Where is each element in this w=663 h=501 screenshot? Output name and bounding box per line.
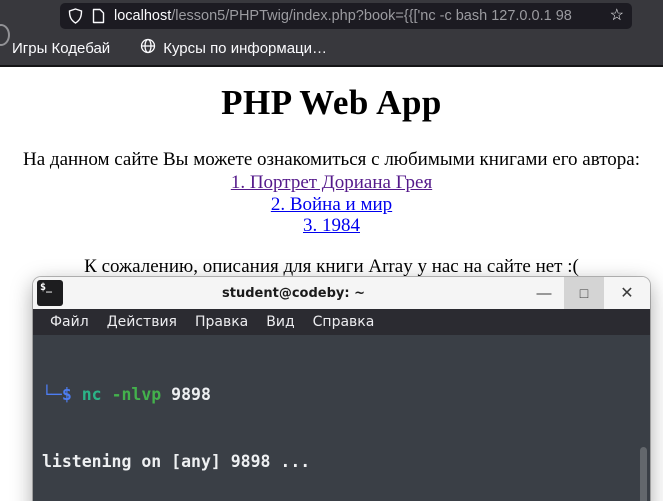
menu-view[interactable]: Вид — [257, 314, 303, 330]
browser-chrome: localhost/lesson5/PHPTwig/index.php?book… — [0, 0, 663, 67]
menu-edit[interactable]: Правка — [186, 314, 257, 330]
url-bar[interactable]: localhost/lesson5/PHPTwig/index.php?book… — [60, 3, 632, 29]
terminal-title: student@codeby: ~ — [222, 285, 365, 301]
minimize-button[interactable]: — — [524, 277, 564, 309]
menu-help[interactable]: Справка — [304, 314, 384, 330]
menu-actions[interactable]: Действия — [98, 314, 186, 330]
bookmarks-bar: Игры Кодебай Курсы по информаци… — [0, 33, 663, 63]
terminal-menubar: Файл Действия Правка Вид Справка — [33, 309, 650, 335]
url-host: localhost — [114, 8, 172, 24]
bookmark-label: Игры Кодебай — [12, 39, 111, 57]
book-link-1[interactable]: 1. Портрет Дориана Грея — [0, 172, 663, 194]
scrollbar-thumb[interactable] — [640, 447, 647, 501]
screen: localhost/lesson5/PHPTwig/index.php?book… — [0, 0, 663, 501]
url-path: /lesson5/PHPTwig/index.php?book={{['nc -… — [171, 8, 572, 24]
bookmark-item-courses[interactable]: Курсы по информаци… — [140, 38, 327, 58]
shield-icon[interactable] — [68, 8, 83, 24]
book-links: 1. Портрет Дориана Грея 2. Война и мир 3… — [0, 172, 663, 237]
window-controls: — □ ✕ — [524, 277, 650, 309]
terminal-prompt-line: └─$ nc -nlvp 9898 — [42, 384, 211, 404]
intro-text: На данном сайте Вы можете ознакомиться с… — [23, 149, 640, 170]
terminal-icon: $_ — [37, 280, 63, 306]
url-text: localhost/lesson5/PHPTwig/index.php?book… — [114, 8, 604, 24]
globe-icon — [140, 38, 156, 58]
no-description-message: К сожалению, описания для книги Array у … — [84, 255, 579, 277]
terminal-titlebar[interactable]: $_ student@codeby: ~ — □ ✕ — [33, 277, 650, 309]
terminal-window: $_ student@codeby: ~ — □ ✕ Файл Действия… — [33, 277, 650, 501]
book-link-3[interactable]: 3. 1984 — [0, 215, 663, 237]
terminal-output[interactable]: └─$ nc -nlvp 9898 listening on [any] 989… — [33, 335, 650, 501]
page-info-icon[interactable] — [92, 8, 105, 24]
menu-file[interactable]: Файл — [41, 314, 98, 330]
bookmark-star-icon[interactable]: ☆ — [610, 8, 624, 24]
bookmark-label: Курсы по информаци… — [163, 39, 328, 57]
book-link-2[interactable]: 2. Война и мир — [0, 194, 663, 216]
close-button[interactable]: ✕ — [604, 277, 650, 309]
terminal-line: listening on [any] 9898 ... — [42, 452, 311, 472]
maximize-button[interactable]: □ — [564, 277, 604, 309]
page-title: PHP Web App — [221, 83, 442, 122]
bookmark-item-games[interactable]: Игры Кодебай — [12, 40, 110, 57]
